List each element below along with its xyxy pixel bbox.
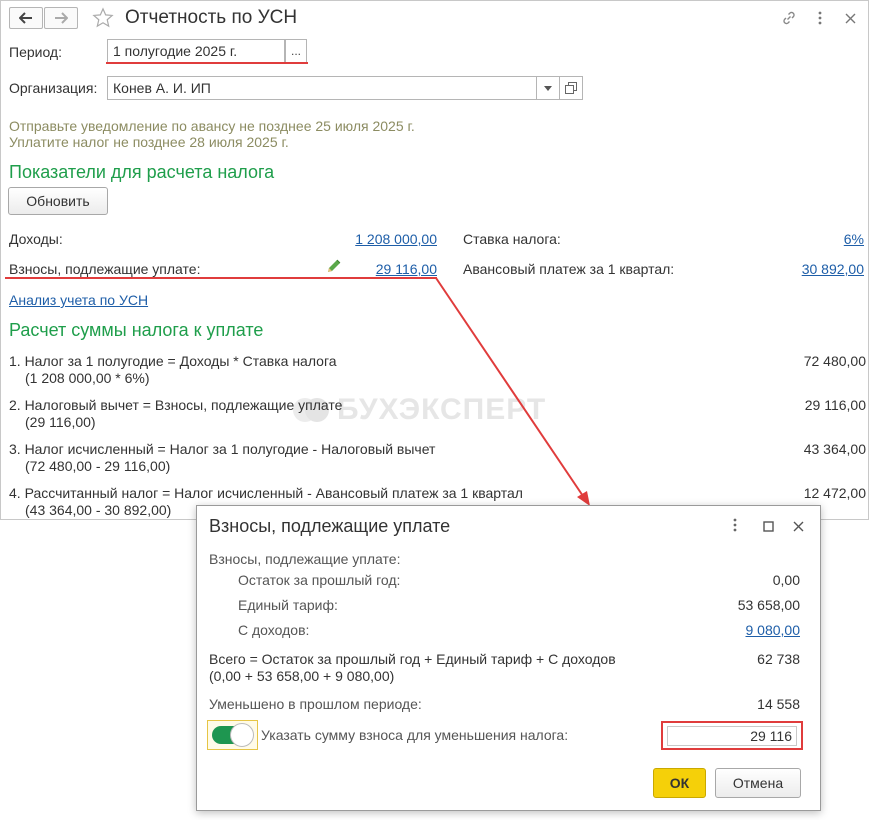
reduce-toggle[interactable] xyxy=(207,720,258,750)
dialog-row-2-value: 53 658,00 xyxy=(737,597,800,613)
dialog-total-text: Всего = Остаток за прошлый год + Единый … xyxy=(209,651,616,667)
dialog-reduced-value: 14 558 xyxy=(757,696,800,712)
dialog-more-icon[interactable] xyxy=(733,518,737,535)
dialog-row-1-label: Остаток за прошлый год: xyxy=(238,572,401,588)
dialog-total-value: 62 738 xyxy=(757,651,800,667)
dialog-row-1-value: 0,00 xyxy=(772,572,800,588)
toggle-label: Указать сумму взноса для уменьшения нало… xyxy=(261,727,569,743)
contribution-amount-highlight: 29 116 xyxy=(661,721,803,750)
ok-button[interactable]: ОК xyxy=(653,768,706,798)
contributions-dialog: Взносы, подлежащие уплате Взносы, подлеж… xyxy=(196,505,821,811)
dialog-close-icon[interactable] xyxy=(793,519,804,535)
toggle-knob xyxy=(230,723,254,747)
dialog-heading: Взносы, подлежащие уплате: xyxy=(209,551,401,567)
dialog-title: Взносы, подлежащие уплате xyxy=(209,516,451,536)
dialog-row-3-value-link[interactable]: 9 080,00 xyxy=(657,622,801,638)
dialog-row-2-label: Единый тариф: xyxy=(238,597,338,613)
dialog-reduced-label: Уменьшено в прошлом периоде: xyxy=(209,696,422,712)
contribution-amount-input[interactable]: 29 116 xyxy=(667,726,797,746)
dialog-maximize-icon[interactable] xyxy=(763,519,774,535)
cancel-button[interactable]: Отмена xyxy=(715,768,801,798)
dialog-row-3-label: С доходов: xyxy=(238,622,310,638)
dialog-total-sub: (0,00 + 53 658,00 + 9 080,00) xyxy=(209,668,395,684)
